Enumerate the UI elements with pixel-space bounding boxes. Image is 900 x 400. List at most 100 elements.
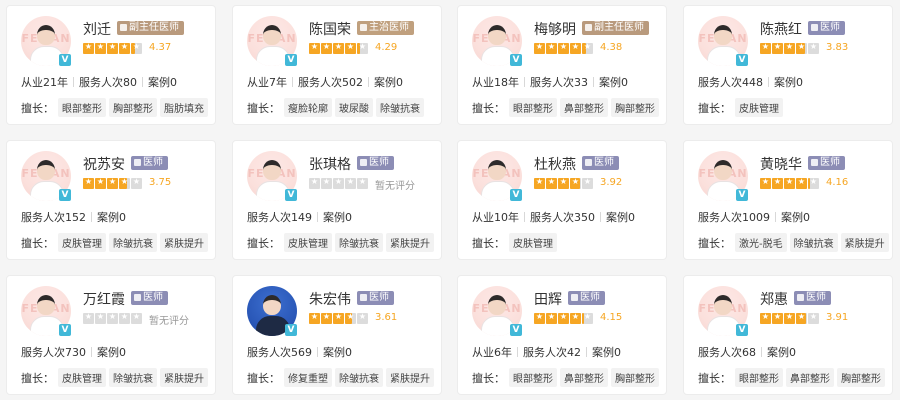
rating-score: 3.83 (826, 42, 849, 53)
specialty-tag[interactable]: 除皱抗衰 (109, 368, 157, 387)
stat-item: 案例0 (323, 346, 352, 359)
star-icon (534, 42, 545, 54)
doctor-card[interactable]: FEIFANV张琪格医师暂无评分服务人次149案例0擅长：皮肤管理除皱抗衰紧肤提… (232, 140, 442, 260)
specialty-tag[interactable]: 眼部整形 (509, 98, 557, 117)
star-icon (808, 312, 819, 324)
stat-divider (517, 347, 518, 357)
rating-stars (534, 42, 594, 55)
specialty-tag[interactable]: 皮肤管理 (509, 233, 557, 252)
specialty-tag[interactable]: 除皱抗衰 (335, 368, 383, 387)
doctor-card[interactable]: FEIFANV祝苏安医师3.75服务人次152案例0擅长：皮肤管理除皱抗衰紧肤提… (6, 140, 216, 260)
doctor-stats: 服务人次1009 案例0 (698, 209, 810, 225)
specialty-tag[interactable]: 皮肤管理 (735, 98, 783, 117)
star-icon (119, 312, 130, 324)
doctor-card[interactable]: FEIFANV朱宏伟医师3.61服务人次569案例0擅长：修复重塑除皱抗衰紧肤提… (232, 275, 442, 395)
specialty-tag[interactable]: 除皱抗衰 (789, 233, 838, 252)
star-icon (772, 177, 783, 189)
specialty-tag[interactable]: 紧肤提升 (160, 233, 208, 252)
doctor-card[interactable]: FEIFANV陈国荣主治医师4.29从业7年服务人次502案例0擅长：瘦脸轮廓玻… (232, 5, 442, 125)
doctor-name[interactable]: 陈国荣 (309, 19, 351, 39)
specialty-tag[interactable]: 瘦脸轮廓 (284, 98, 332, 117)
title-badge-label: 医师 (820, 22, 840, 33)
specialty-tag[interactable]: 眼部整形 (509, 368, 557, 387)
stat-divider (586, 347, 587, 357)
title-badge-label: 主治医师 (369, 22, 409, 33)
doctor-name[interactable]: 万红霞 (83, 289, 125, 309)
specialty-tag[interactable]: 鼻部整形 (786, 368, 834, 387)
doctor-name[interactable]: 郑惠 (760, 289, 788, 309)
star-icon (784, 177, 795, 189)
doctor-card[interactable]: FEIFANV梅够明副主任医师4.38从业18年服务人次33案例0擅长：眼部整形… (457, 5, 667, 125)
doctor-name[interactable]: 张琪格 (309, 154, 351, 174)
star-icon (95, 177, 106, 189)
rating-stars (309, 42, 369, 55)
rating-score: 暂无评分 (149, 316, 189, 327)
specialty-tag[interactable]: 紧肤提升 (386, 368, 434, 387)
specialty-tag[interactable]: 胸部整形 (611, 98, 659, 117)
rating-stars (83, 312, 143, 325)
doctor-name[interactable]: 田辉 (534, 289, 562, 309)
doctor-card[interactable]: FEIFANV黄晓华医师4.16服务人次1009案例0擅长：激光-脱毛除皱抗衰紧… (683, 140, 893, 260)
doctor-card[interactable]: FEIFANV杜秋燕医师3.92从业10年服务人次350案例0擅长：皮肤管理 (457, 140, 667, 260)
doctor-title-badge: 医师 (794, 291, 831, 305)
avatar-head (714, 295, 732, 315)
star-icon (570, 42, 581, 54)
doctor-card[interactable]: FEIFANV郑惠医师3.91服务人次68案例0擅长：眼部整形鼻部整形胸部整形 (683, 275, 893, 395)
specialty-tag[interactable]: 眼部整形 (58, 98, 106, 117)
title-badge-label: 医师 (369, 157, 389, 168)
verified-icon: V (736, 54, 748, 66)
specialty-tag[interactable]: 紧肤提升 (840, 233, 889, 252)
specialty-tag[interactable]: 除皱抗衰 (109, 233, 157, 252)
doctor-name[interactable]: 刘迁 (83, 19, 111, 39)
star-icon (558, 312, 569, 324)
doctor-name[interactable]: 祝苏安 (83, 154, 125, 174)
specialty-tag[interactable]: 激光-脱毛 (735, 233, 787, 252)
specialty-tag[interactable]: 胸部整形 (109, 98, 157, 117)
specialty-label: 擅长： (247, 372, 280, 385)
stat-divider (524, 77, 525, 87)
specialty-tag[interactable]: 胸部整形 (611, 368, 659, 387)
specialty-label: 擅长： (21, 102, 54, 115)
doctor-name[interactable]: 黄晓华 (760, 154, 802, 174)
specialty-tag[interactable]: 皮肤管理 (58, 233, 106, 252)
doctor-card[interactable]: FEIFANV万红霞医师暂无评分服务人次730案例0擅长：皮肤管理除皱抗衰紧肤提… (6, 275, 216, 395)
rating-stars (309, 312, 369, 325)
specialty-tag[interactable]: 紧肤提升 (160, 368, 208, 387)
doctor-card[interactable]: FEIFANV刘迁副主任医师4.37从业21年服务人次80案例0擅长：眼部整形胸… (6, 5, 216, 125)
specialty-tag[interactable]: 胸部整形 (837, 368, 885, 387)
specialty-tags: 擅长： 皮肤管理 除皱抗衰 紧肤提升 (21, 233, 211, 252)
stat-item: 案例0 (97, 211, 126, 224)
star-icon (772, 312, 783, 324)
specialty-label: 擅长： (472, 372, 505, 385)
doctor-card[interactable]: FEIFANV陈燕红医师3.83服务人次448案例0擅长：皮肤管理 (683, 5, 893, 125)
specialty-tag[interactable]: 除皱抗衰 (335, 233, 383, 252)
specialty-tag[interactable]: 脂肪填充 (160, 98, 208, 117)
specialty-tag[interactable]: 鼻部整形 (560, 98, 608, 117)
specialty-tag[interactable]: 修复重塑 (284, 368, 332, 387)
star-icon (345, 177, 356, 189)
doctor-name[interactable]: 杜秋燕 (534, 154, 576, 174)
stat-item: 服务人次80 (79, 76, 137, 89)
doctor-card[interactable]: FEIFANV田辉医师4.15从业6年服务人次42案例0擅长：眼部整形鼻部整形胸… (457, 275, 667, 395)
doctor-name[interactable]: 梅够明 (534, 19, 576, 39)
specialty-tag[interactable]: 眼部整形 (735, 368, 783, 387)
specialty-tag[interactable]: 皮肤管理 (284, 233, 332, 252)
specialty-tag[interactable]: 除皱抗衰 (376, 98, 424, 117)
doctor-title-badge: 医师 (131, 156, 168, 170)
doctor-name[interactable]: 朱宏伟 (309, 289, 351, 309)
stat-item: 服务人次448 (698, 76, 763, 89)
star-icon (558, 42, 569, 54)
specialty-tag[interactable]: 皮肤管理 (58, 368, 106, 387)
star-icon (119, 42, 130, 54)
specialty-tag[interactable]: 玻尿酸 (335, 98, 373, 117)
title-badge-icon (360, 159, 367, 166)
doctor-name[interactable]: 陈燕红 (760, 19, 802, 39)
title-badge-label: 医师 (806, 292, 826, 303)
verified-icon: V (510, 324, 522, 336)
doctor-stats: 服务人次149 案例0 (247, 209, 352, 225)
specialty-tag[interactable]: 紧肤提升 (386, 233, 434, 252)
doctor-stats: 从业21年 服务人次80 案例0 (21, 74, 177, 90)
stat-item: 从业7年 (247, 76, 287, 89)
specialty-tags: 擅长： 皮肤管理 除皱抗衰 紧肤提升 (247, 233, 437, 252)
specialty-tag[interactable]: 鼻部整形 (560, 368, 608, 387)
